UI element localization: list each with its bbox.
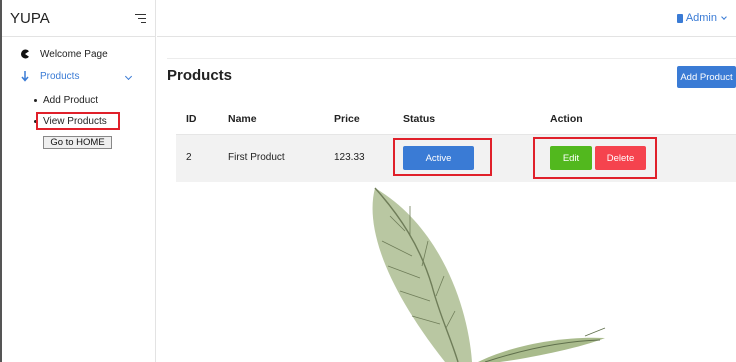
user-icon <box>676 13 683 23</box>
sidebar-item-products[interactable]: Products <box>2 65 156 87</box>
app-root: YUPA Welcome Page Products Add Product V… <box>0 0 736 362</box>
highlight-box <box>533 137 657 179</box>
header-id: ID <box>186 113 197 125</box>
highlight-box <box>393 138 492 176</box>
products-table: ID Name Price Status Action 2 First Prod… <box>176 101 736 182</box>
user-menu[interactable]: Admin <box>676 12 727 24</box>
arrow-down-icon <box>21 71 29 82</box>
chevron-down-icon <box>124 72 133 81</box>
add-product-button[interactable]: Add Product <box>677 66 736 88</box>
table-header: ID Name Price Status Action <box>176 101 736 135</box>
cell-name: First Product <box>228 152 285 163</box>
header-name: Name <box>228 113 257 125</box>
go-home-button[interactable]: Go to HOME <box>43 136 112 149</box>
header-status: Status <box>403 113 436 125</box>
user-label: Admin <box>685 12 717 24</box>
pacman-icon <box>20 49 29 59</box>
page-title: Products <box>167 67 233 84</box>
sidebar-subitem-add-product[interactable]: Add Product <box>34 95 98 106</box>
sidebar-item-label: Welcome Page <box>40 48 108 60</box>
sidebar: YUPA Welcome Page Products Add Product V… <box>2 0 156 362</box>
menu-toggle-icon[interactable] <box>135 13 146 23</box>
chevron-down-icon <box>721 13 727 20</box>
bullet-icon <box>34 99 37 102</box>
header-action: Action <box>550 113 583 125</box>
sidebar-subitem-label: Add Product <box>43 95 99 106</box>
sidebar-item-welcome[interactable]: Welcome Page <box>2 43 156 65</box>
sidebar-item-label: Products <box>40 70 80 82</box>
header-price: Price <box>334 113 360 125</box>
cell-id: 2 <box>186 152 192 163</box>
brand-bar: YUPA <box>2 0 155 37</box>
topbar: Admin <box>157 0 736 37</box>
cell-price: 123.33 <box>334 152 365 163</box>
brand-name: YUPA <box>10 9 50 27</box>
leaf-illustration <box>372 187 606 362</box>
divider <box>167 58 736 59</box>
table-row: 2 First Product 123.33 Active Edit Delet… <box>176 135 736 182</box>
highlight-box <box>36 112 120 130</box>
